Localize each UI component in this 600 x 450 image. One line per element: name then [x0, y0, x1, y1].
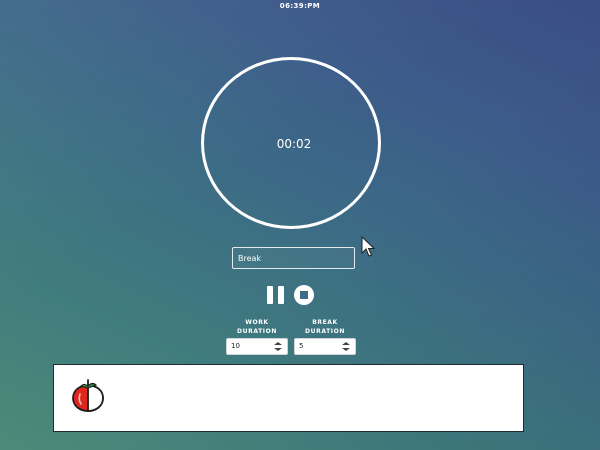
break-duration-label: BREAK DURATION — [305, 319, 345, 335]
stop-button[interactable] — [294, 285, 314, 305]
mouse-cursor-icon — [361, 236, 375, 257]
pause-button[interactable] — [266, 285, 286, 305]
break-duration-stepper[interactable]: 5 — [294, 338, 356, 355]
work-duration-group: WORK DURATION 10 — [226, 318, 288, 355]
spin-arrows-icon[interactable] — [342, 342, 351, 351]
stop-icon — [300, 291, 308, 299]
timer-controls — [266, 285, 314, 305]
work-duration-stepper[interactable]: 10 — [226, 338, 288, 355]
system-clock: 06:39:PM — [279, 2, 321, 10]
tomato-icon — [72, 379, 104, 412]
work-duration-value: 10 — [231, 342, 240, 350]
session-history-panel — [53, 364, 524, 432]
break-duration-value: 5 — [299, 342, 304, 350]
work-duration-label: WORK DURATION — [237, 319, 277, 335]
timer-display: 00:02 — [276, 137, 312, 151]
pause-icon — [267, 286, 273, 304]
break-duration-group: BREAK DURATION 5 — [294, 318, 356, 355]
spin-arrows-icon[interactable] — [274, 342, 283, 351]
mode-input[interactable] — [232, 247, 355, 269]
